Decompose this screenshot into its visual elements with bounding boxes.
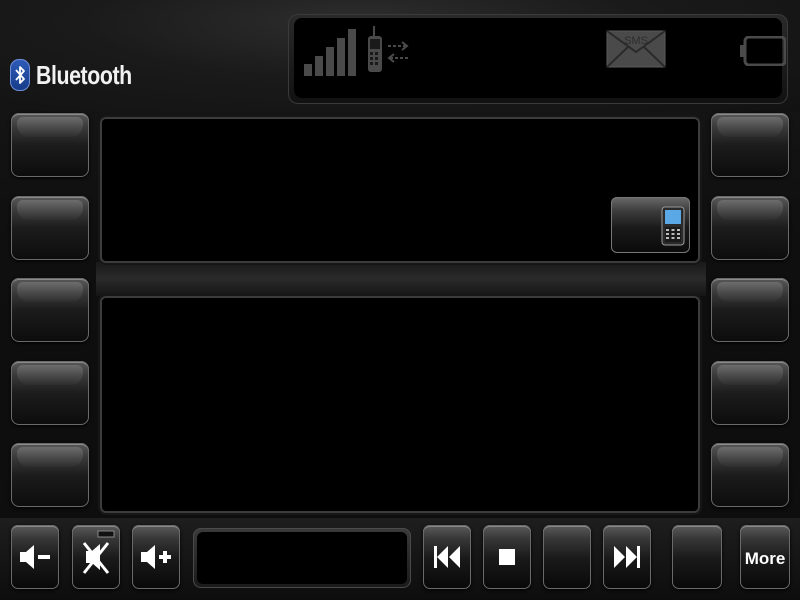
battery-icon [740, 36, 786, 66]
right-button-3[interactable] [711, 278, 789, 342]
left-button-5[interactable] [11, 443, 89, 507]
mobile-phone-icon [661, 206, 685, 246]
mute-button[interactable] [72, 525, 120, 589]
left-button-3[interactable] [11, 278, 89, 342]
previous-track-icon [434, 546, 460, 568]
brand-title: Bluetooth [36, 59, 132, 90]
panel-divider [96, 262, 706, 296]
right-button-5[interactable] [711, 443, 789, 507]
sms-envelope-icon: SMS [606, 30, 666, 68]
left-button-1[interactable] [11, 113, 89, 177]
status-display-box [193, 528, 411, 588]
volume-down-button[interactable] [11, 525, 59, 589]
blank-control-button[interactable] [543, 525, 591, 589]
bluetooth-app-window: Bluetooth SMS More [0, 0, 800, 600]
extra-control-button[interactable] [672, 525, 722, 589]
left-button-4[interactable] [11, 361, 89, 425]
bluetooth-icon [10, 59, 30, 91]
display-text [197, 532, 407, 584]
next-track-button[interactable] [603, 525, 651, 589]
next-track-icon [614, 546, 640, 568]
stop-button[interactable] [483, 525, 531, 589]
more-button[interactable]: More [740, 525, 790, 589]
phone-transfer-icon [368, 26, 409, 72]
right-button-2[interactable] [711, 196, 789, 260]
previous-track-button[interactable] [423, 525, 471, 589]
more-label: More [744, 549, 786, 568]
signal-bars-icon [304, 29, 356, 76]
right-button-1[interactable] [711, 113, 789, 177]
status-display: SMS [294, 18, 786, 98]
left-button-2[interactable] [11, 196, 89, 260]
right-button-4[interactable] [711, 361, 789, 425]
volume-down-icon [20, 545, 50, 569]
volume-up-icon [141, 545, 171, 569]
sms-label: SMS [624, 35, 648, 47]
bluetooth-brand: Bluetooth [10, 58, 153, 92]
bottom-display-panel [102, 298, 698, 511]
volume-up-button[interactable] [132, 525, 180, 589]
phone-device-button[interactable] [611, 197, 690, 253]
mute-icon [82, 530, 115, 574]
stop-icon [499, 549, 515, 565]
top-display-panel [102, 119, 698, 261]
status-panel: SMS [288, 14, 788, 104]
